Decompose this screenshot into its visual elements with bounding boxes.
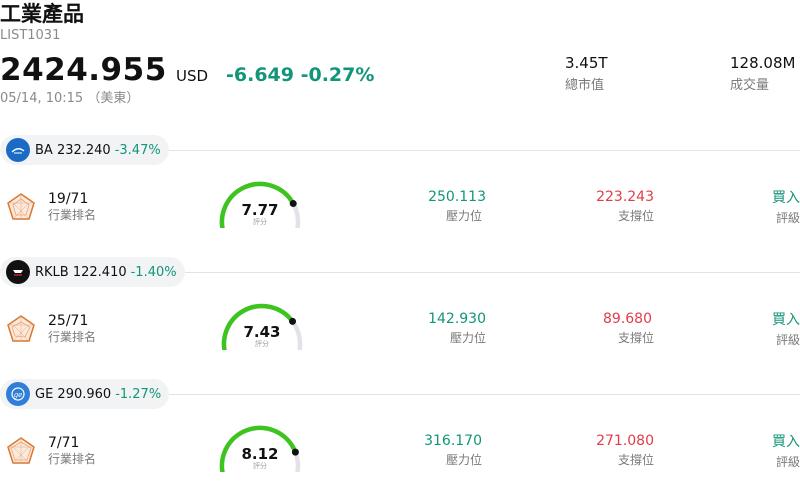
rating-value: 買入 <box>772 312 800 328</box>
rocketlab-logo-icon <box>6 260 30 284</box>
rating-label: 評級 <box>775 211 800 225</box>
score-label: 評分 <box>253 218 267 226</box>
industry-rank-label: 行業排名 <box>48 330 97 344</box>
radar-icon <box>7 437 35 464</box>
list-code: LIST1031 <box>0 28 61 43</box>
industry-rank-label: 行業排名 <box>48 452 97 466</box>
rating-value: 買入 <box>772 190 800 206</box>
rating-label: 評級 <box>775 455 800 469</box>
svg-text:ge: ge <box>14 391 23 399</box>
boeing-logo-icon <box>6 138 30 162</box>
stock-ticker-price: RKLB 122.410 <box>35 264 127 280</box>
stock-chip-ba[interactable]: BA 232.240 -3.47% <box>0 135 169 165</box>
score-value: 7.43 <box>243 323 281 341</box>
industry-rank: 25/71 <box>48 313 89 329</box>
score-value: 8.12 <box>241 445 279 463</box>
score-value: 7.77 <box>241 201 279 219</box>
radar-icon <box>7 193 35 220</box>
industry-rank-label: 行業排名 <box>48 208 97 222</box>
market-cap-value: 3.45T <box>565 54 608 72</box>
index-price: 2424.955 <box>0 52 167 88</box>
industry-rank: 7/71 <box>48 435 80 451</box>
support-value: 271.080 <box>596 433 654 449</box>
ge-logo-icon: ge <box>6 382 30 406</box>
support-value: 223.243 <box>596 189 654 205</box>
industry-rank: 19/71 <box>48 191 89 207</box>
support-value: 89.680 <box>603 311 652 327</box>
volume-value: 128.08M <box>730 54 796 72</box>
score-label: 評分 <box>255 340 269 348</box>
rating-value: 買入 <box>772 434 800 450</box>
support-label: 支撐位 <box>617 331 654 345</box>
stock-change: -1.40% <box>130 264 177 280</box>
stock-ticker-price: BA 232.240 <box>35 142 111 158</box>
resistance-label: 壓力位 <box>449 331 486 345</box>
resistance-label: 壓力位 <box>445 209 482 223</box>
support-label: 支撐位 <box>617 453 654 467</box>
support-label: 支撐位 <box>617 209 654 223</box>
stock-chip-rklb[interactable]: RKLB 122.410 -1.40% <box>0 257 185 287</box>
score-label: 評分 <box>253 462 267 470</box>
stock-change: -3.47% <box>114 142 161 158</box>
stock-ticker-price: GE 290.960 <box>35 386 112 402</box>
market-cap-label: 總市值 <box>565 78 605 93</box>
radar-icon <box>7 315 35 342</box>
resistance-value: 316.170 <box>424 433 482 449</box>
stock-chip-ge[interactable]: ge GE 290.960 -1.27% <box>0 379 170 409</box>
resistance-label: 壓力位 <box>445 453 482 467</box>
resistance-value: 142.930 <box>428 311 486 327</box>
rating-label: 評級 <box>775 333 800 347</box>
currency-label: USD <box>176 67 209 85</box>
price-change: -6.649 -0.27% <box>226 64 375 86</box>
volume-label: 成交量 <box>730 78 770 93</box>
page-title: 工業產品 <box>0 2 84 26</box>
timestamp: 05/14, 10:15 （美東） <box>0 91 140 106</box>
resistance-value: 250.113 <box>428 189 486 205</box>
stock-change: -1.27% <box>115 386 162 402</box>
